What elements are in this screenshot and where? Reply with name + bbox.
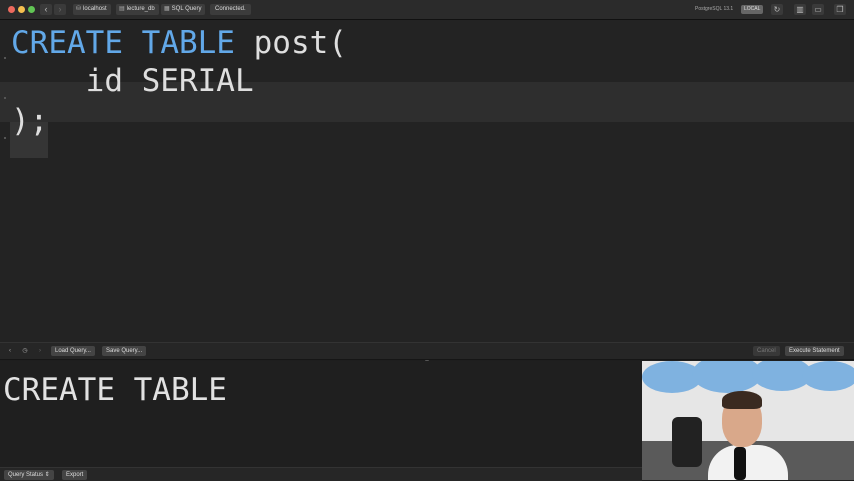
chevron-right-icon: › [39,348,41,354]
export-button[interactable]: Export [62,470,88,480]
sql-editor[interactable]: CREATE TABLE post( id SERIAL ); [0,20,854,342]
maximize-window-button[interactable] [28,6,35,13]
toggle-panel-button[interactable]: ▭ [812,4,824,15]
title-bar: ‹ › ⛁ localhost ▤ lecture_db ▦ SQL Query Co… [0,0,854,20]
query-icon: ▦ [164,6,170,12]
clock-icon: ◷ [22,348,28,354]
breadcrumb-server[interactable]: ⛁ localhost [73,4,111,15]
keyword-table: TABLE [141,25,235,61]
code-line-2: id SERIAL [11,63,254,99]
close-window-button[interactable] [8,6,15,13]
editor-toolbar: ‹ ◷ › Load Query... Save Query... Cancel… [0,342,854,360]
chevron-updown-icon: ⇕ [44,472,50,478]
forward-button[interactable]: › [54,4,66,15]
window-mode-button[interactable]: ❐ [834,4,846,15]
webcam-chair [672,417,702,467]
microphone [734,447,746,480]
results-panel: CREATE TABLE [0,361,642,467]
refresh-button[interactable]: ↻ [771,4,783,15]
cloud-decoration [802,361,854,391]
windows-icon: ❐ [836,5,844,14]
history-button[interactable]: ◷ [20,346,30,356]
gutter-marker [4,137,6,139]
panel-icon: ▭ [814,5,822,14]
server-version: PostgreSQL 13.1 [695,6,734,12]
chevron-left-icon: ‹ [44,4,48,14]
breadcrumb-database[interactable]: ▤ lecture_db [116,4,159,15]
server-icon: ⛁ [76,6,82,12]
save-query-button[interactable]: Save Query... [102,346,147,356]
webcam-overlay [642,361,854,480]
gutter-marker [4,97,6,99]
code-line-1: CREATE TABLE post( [11,23,347,63]
result-message: CREATE TABLE [3,372,227,408]
webcam-person-body [708,445,788,480]
connection-status: Connected. [210,4,251,15]
cancel-button[interactable]: Cancel [753,346,780,356]
query-status-dropdown[interactable]: Query Status ⇕ [4,470,54,480]
chevron-left-icon: ‹ [9,348,11,354]
history-back-button[interactable]: ‹ [5,346,15,356]
chevron-right-icon: › [58,4,62,14]
database-icon: ▤ [119,6,125,12]
breadcrumb-query[interactable]: ▦ SQL Query [161,4,206,15]
server-badge: LOCAL [741,5,764,14]
code-text: post( [234,25,347,61]
code-line-3: ); [11,103,49,139]
gutter-marker [4,57,6,59]
status-bar: Query Status ⇕ Export [0,467,642,481]
load-query-button[interactable]: Load Query... [51,346,95,356]
back-button[interactable]: ‹ [40,4,52,15]
history-forward-button[interactable]: › [35,346,45,356]
execute-statement-button[interactable]: Execute Statement [785,346,844,356]
minimize-window-button[interactable] [18,6,25,13]
sidebar-icon: ▥ [796,5,804,14]
toggle-sidebar-button[interactable]: ▥ [794,4,806,15]
refresh-icon: ↻ [773,5,781,14]
webcam-person-hair [722,391,762,409]
keyword-create: CREATE [11,25,123,61]
